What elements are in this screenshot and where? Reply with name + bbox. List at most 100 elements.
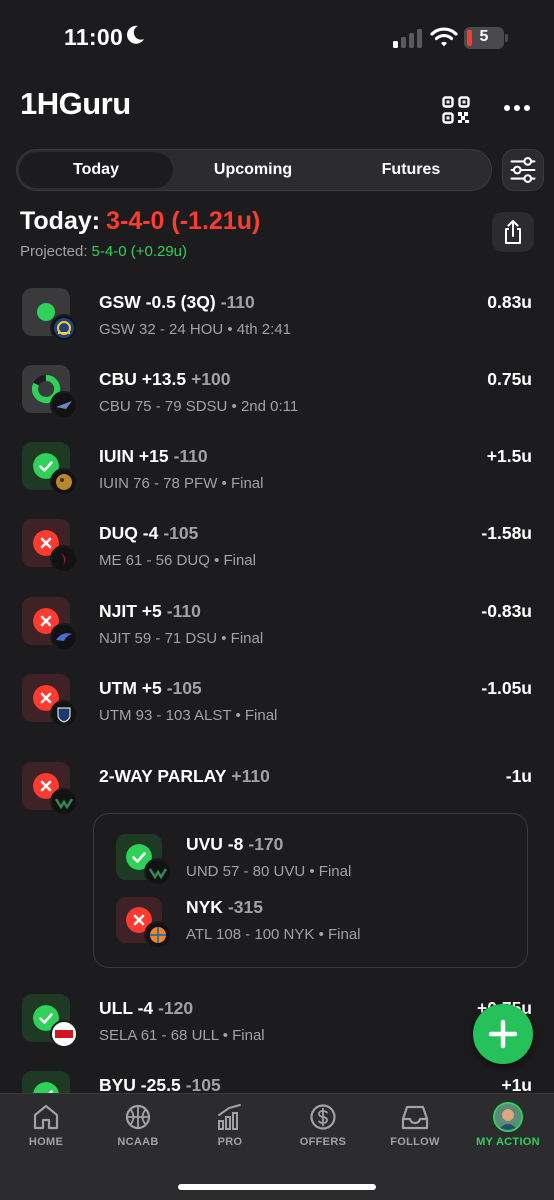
parlay-leg: NYK -315 ATL 108 - 100 NYK • Final [116, 897, 516, 951]
bet-units: +1.5u [486, 446, 532, 466]
dollar-icon [310, 1104, 336, 1130]
today-label: Today: [20, 207, 101, 235]
bet-odds: -120 [158, 998, 194, 1018]
bet-units: -1u [505, 766, 532, 786]
parlay-legs-card: UVU -8 -170 UND 57 - 80 UVU • Final NYK -3… [93, 813, 528, 968]
nav-label: PRO [217, 1136, 243, 1148]
bet-score: IUIN 76 - 78 PFW • Final [99, 475, 264, 492]
team-logo-nyk [144, 921, 172, 949]
leg-title: NYK -315 [186, 897, 263, 917]
nav-pro[interactable]: PRO [184, 1094, 276, 1154]
projected-label: Projected: [20, 243, 88, 260]
tab-futures[interactable]: Futures [333, 152, 489, 188]
avatar [493, 1102, 523, 1132]
nav-label: FOLLOW [390, 1136, 440, 1148]
share-icon [505, 220, 521, 244]
leg-title: UVU -8 -170 [186, 834, 284, 854]
today-summary: Today: 3-4-0 (-1.21u) [20, 207, 260, 236]
filter-button[interactable] [502, 149, 544, 191]
more-icon[interactable] [502, 100, 532, 116]
bet-odds: +110 [231, 766, 270, 786]
battery-icon: 5 [464, 27, 504, 49]
bet-row[interactable]: UTM +5 -105 UTM 93 - 103 ALST • Final -1.… [0, 674, 554, 744]
bet-row[interactable]: IUIN +15 -110 IUIN 76 - 78 PFW • Final +1… [0, 442, 554, 512]
bet-title: NJIT +5 -110 [99, 601, 201, 621]
bet-title: UTM +5 -105 [99, 678, 202, 698]
bet-row[interactable]: CBU +13.5 +100 CBU 75 - 79 SDSU • 2nd 0:1… [0, 365, 554, 435]
share-button[interactable] [492, 212, 534, 252]
team-logo-duq [50, 545, 78, 573]
moon-icon [127, 25, 144, 44]
bet-title: DUQ -4 -105 [99, 523, 199, 543]
bet-row[interactable]: ULL -4-120 SELA 61 - 68 ULL • Final +0.7… [0, 994, 554, 1064]
bet-score: GSW 32 - 24 HOU • 4th 2:41 [99, 321, 291, 338]
bet-title: GSW -0.5 (3Q) -110 [99, 292, 255, 312]
nav-home[interactable]: HOME [0, 1094, 92, 1154]
basketball-icon [125, 1104, 151, 1130]
team-logo-uvu [144, 858, 172, 886]
team-logo-ull [50, 1020, 78, 1048]
bet-units: -0.83u [481, 601, 532, 621]
bet-odds: -105 [185, 1075, 221, 1095]
inbox-icon [401, 1105, 429, 1130]
bet-title: 2-WAY PARLAY +110 [99, 766, 270, 786]
tab-upcoming[interactable]: Upcoming [175, 152, 331, 188]
sliders-icon [510, 157, 536, 183]
bet-odds: -105 [166, 678, 202, 698]
nav-offers[interactable]: OFFERS [277, 1094, 369, 1154]
bet-units: -1.58u [481, 523, 532, 543]
bet-odds: +100 [191, 369, 231, 389]
status-time: 11:00 [64, 24, 124, 50]
nav-ncaab[interactable]: NCAAB [92, 1094, 184, 1154]
bet-score: NJIT 59 - 71 DSU • Final [99, 630, 264, 647]
nav-label: HOME [28, 1136, 64, 1148]
bet-row[interactable]: GSW -0.5 (3Q) -110 GSW 32 - 24 HOU • 4th … [0, 288, 554, 358]
bet-title: CBU +13.5 +100 [99, 369, 231, 389]
chart-icon [218, 1104, 241, 1130]
nav-my-action[interactable]: MY ACTION [462, 1094, 554, 1154]
nav-label: NCAAB [117, 1136, 159, 1148]
bet-row[interactable]: NJIT +5 -110 NJIT 59 - 71 DSU • Final -0.… [0, 597, 554, 667]
home-icon [33, 1104, 59, 1130]
parlay-leg: UVU -8 -170 UND 57 - 80 UVU • Final [116, 834, 516, 888]
plus-icon [488, 1019, 518, 1049]
team-logo-njit [50, 623, 78, 651]
wifi-icon [430, 27, 458, 47]
projected-value: 5-4-0 (+0.29u) [91, 243, 188, 260]
bet-odds: -110 [173, 446, 208, 466]
nav-follow[interactable]: FOLLOW [369, 1094, 461, 1154]
today-record: 3-4-0 (-1.21u) [106, 207, 261, 235]
bet-odds: -110 [166, 601, 201, 621]
battery-tip [505, 34, 508, 42]
bet-row[interactable]: DUQ -4 -105 ME 61 - 56 DUQ • Final -1.58u [0, 519, 554, 589]
bet-odds: -110 [220, 292, 255, 312]
leg-score: ATL 108 - 100 NYK • Final [186, 926, 361, 943]
status-bar: 11:00 5 [0, 0, 554, 76]
bet-units: -1.05u [481, 678, 532, 698]
team-logo-utm [50, 700, 78, 728]
bet-score: UTM 93 - 103 ALST • Final [99, 707, 278, 724]
projected-summary: Projected: 5-4-0 (+0.29u) [20, 243, 187, 260]
bet-title: IUIN +15 -110 [99, 446, 208, 466]
bet-title: ULL -4 -120 [99, 998, 194, 1018]
leg-score: UND 57 - 80 UVU • Final [186, 863, 352, 880]
team-logo-gsw [50, 314, 78, 342]
nav-label: MY ACTION [476, 1136, 540, 1148]
bet-units: 0.75u [487, 369, 532, 389]
team-logo-uvu [50, 788, 78, 816]
add-bet-button[interactable] [473, 1004, 533, 1064]
bet-score: SELA 61 - 68 ULL • Final [99, 1027, 265, 1044]
team-logo-iuin [50, 468, 78, 496]
team-logo-cbu [50, 391, 78, 419]
app-title: 1HGuru [20, 86, 131, 121]
bet-odds: -105 [163, 523, 199, 543]
leg-odds: -315 [227, 897, 263, 917]
tab-today[interactable]: Today [19, 152, 173, 188]
bet-score: ME 61 - 56 DUQ • Final [99, 552, 256, 569]
nav-label: OFFERS [299, 1136, 347, 1148]
bet-units: 0.83u [487, 292, 532, 312]
leg-odds: -170 [248, 834, 284, 854]
home-indicator[interactable] [178, 1184, 376, 1190]
qr-code-icon[interactable] [442, 96, 470, 124]
tab-bar: Today Upcoming Futures [16, 149, 492, 191]
